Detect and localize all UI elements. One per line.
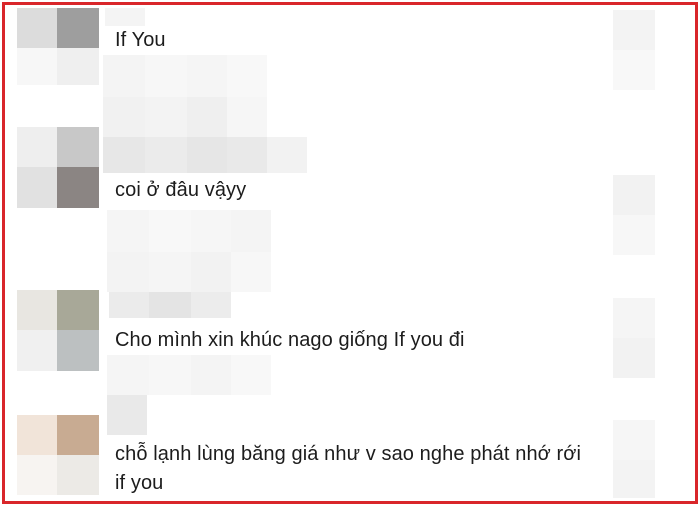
comment-text-continued: if you <box>115 472 164 494</box>
comment-text: chỗ lạnh lùng băng giá như v sao nghe ph… <box>115 443 582 465</box>
comment-text: If You <box>115 29 166 51</box>
comment-text: Cho mình xin khúc nago giống If you đi <box>115 329 465 351</box>
highlight-frame: If You coi ở đâu vậyy Cho mình xin khúc … <box>2 2 698 504</box>
comment-text: coi ở đâu vậyy <box>115 179 247 201</box>
